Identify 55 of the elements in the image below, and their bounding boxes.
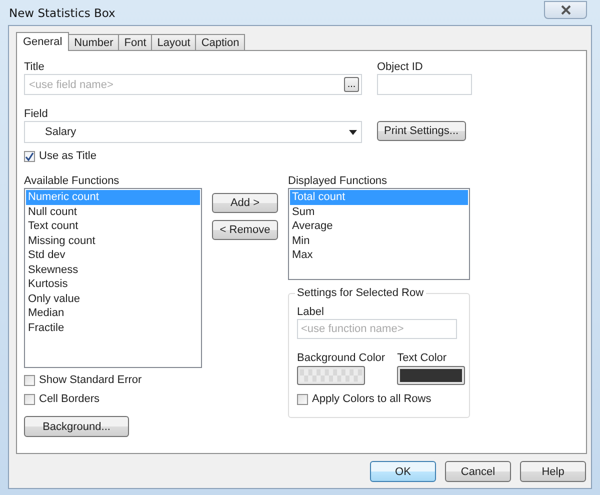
list-item[interactable]: Std dev [26, 248, 200, 262]
dialog-button[interactable]: OK [370, 461, 436, 482]
field-label: Background Color [297, 351, 386, 365]
tab[interactable]: Layout [151, 34, 196, 50]
tab[interactable]: Font [118, 34, 152, 50]
field-label: Object ID [377, 60, 424, 74]
background-button[interactable]: Background... [24, 416, 129, 437]
list-item[interactable]: Kurtosis [26, 277, 200, 292]
checkbox[interactable] [297, 394, 308, 404]
list-item[interactable]: Null count [26, 204, 200, 219]
checkbox-row[interactable]: Cell Borders [24, 392, 100, 406]
list-item[interactable]: Median [26, 306, 200, 320]
list-item[interactable]: Min [290, 234, 468, 248]
checkbox-row[interactable]: Apply Colors to all Rows [297, 392, 432, 406]
list-item[interactable]: Fractile [26, 320, 200, 335]
tab[interactable]: Caption [195, 34, 246, 50]
move-button[interactable]: < Remove [212, 220, 278, 240]
close-button[interactable] [544, 0, 587, 18]
checkbox[interactable] [24, 394, 35, 404]
checkbox-row[interactable]: Use as Title [24, 149, 96, 163]
label-field[interactable]: <use function name> [297, 319, 457, 339]
field-label: Title [24, 60, 46, 74]
color-swatch[interactable] [297, 366, 365, 385]
browse-button[interactable]: ... [344, 77, 359, 92]
caret-icon [349, 130, 357, 134]
field-dropdown[interactable]: Salary [24, 121, 362, 143]
dialog-button[interactable]: Cancel [445, 461, 511, 482]
move-button[interactable]: Add > [212, 193, 278, 213]
title-field[interactable]: <use field name> ... [24, 74, 362, 95]
field-label: Label [297, 305, 325, 319]
list-label: Displayed Functions [288, 174, 388, 188]
dialog-button[interactable]: Help [520, 461, 586, 482]
checkbox[interactable] [24, 374, 35, 386]
checkbox[interactable] [24, 150, 35, 162]
list-item[interactable]: Only value [26, 292, 200, 306]
print-settings-button[interactable]: Print Settings... [377, 121, 466, 141]
field-label: Field [24, 107, 49, 121]
list-item[interactable]: Text count [26, 219, 200, 234]
color-swatch[interactable] [397, 366, 466, 385]
group-title: Settings for Selected Row [295, 287, 426, 300]
list-item[interactable]: Sum [290, 204, 468, 219]
check-icon [25, 152, 34, 160]
tab[interactable]: Number [68, 34, 120, 50]
checkbox-row[interactable]: Show Standard Error [24, 373, 142, 387]
field-label: Text Color [397, 351, 448, 365]
close-icon [560, 4, 570, 14]
list-item[interactable]: Average [290, 219, 468, 234]
tab[interactable]: General [16, 32, 70, 51]
list-item[interactable]: Missing count [26, 234, 200, 248]
list-item[interactable]: Max [290, 248, 468, 262]
list-item[interactable]: Skewness [26, 262, 200, 277]
checkerboard-icon [300, 369, 362, 382]
object-id-field[interactable] [377, 74, 472, 95]
list-label: Available Functions [24, 174, 120, 188]
window-title: New Statistics Box [9, 6, 116, 20]
